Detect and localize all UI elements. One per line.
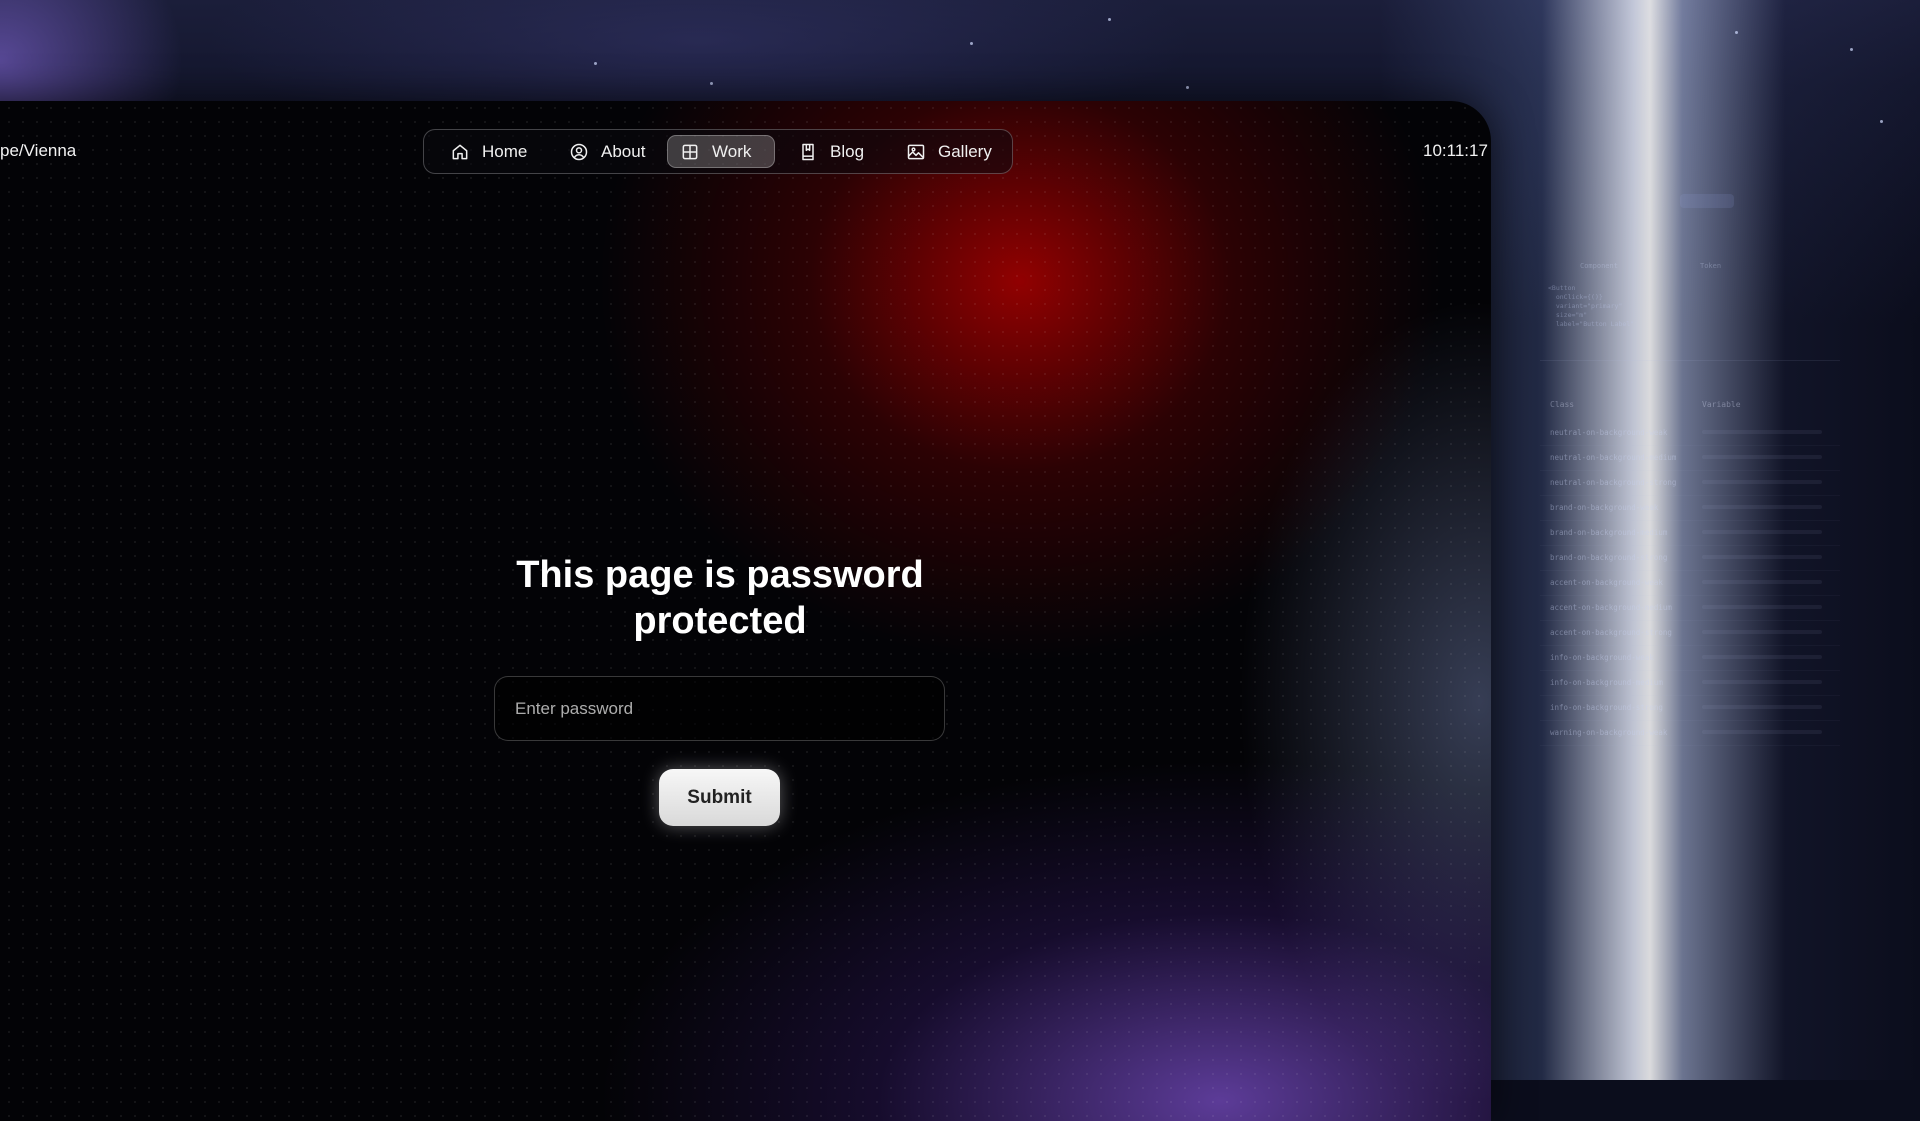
nav-label: Home [482,141,528,161]
panel-row: info-on-background-strong [1540,695,1840,721]
panel-row: info-on-background-weak [1540,645,1840,671]
nav-label: Work [712,141,752,161]
home-icon [452,144,468,159]
star [710,82,713,85]
panel-row: warning-on-background-weak [1540,720,1840,746]
password-input[interactable] [494,676,945,741]
nav-item-work[interactable]: Work [667,135,775,168]
panel-row: neutral-on-background-medium [1540,445,1840,471]
panel-row: neutral-on-background-weak [1540,420,1840,446]
background-token-panel: Component Token <Button onClick={()} var… [1540,180,1840,780]
main-nav: Home About Work Blog Gallery [423,129,1013,174]
page-title: This page is password protected [516,554,924,642]
star [1850,48,1853,51]
panel-divider [1540,360,1840,361]
star [1186,86,1189,89]
nav-label: About [601,141,646,161]
panel-code: <Button onClick={()} variant="primary" s… [1548,284,1635,328]
nav-item-about[interactable]: About [557,135,657,168]
panel-column-class: Class [1550,400,1575,409]
star [594,62,597,65]
user-circle-icon [570,143,588,160]
panel-tab: Component [1580,262,1618,270]
panel-row: neutral-on-background-strong [1540,470,1840,496]
panel-row: brand-on-background-weak [1540,495,1840,521]
nav-label: Gallery [938,141,992,161]
image-icon [907,144,925,159]
nav-label: Blog [830,141,865,161]
panel-row: brand-on-background-medium [1540,520,1840,546]
nav-item-gallery[interactable]: Gallery [894,135,1004,168]
panel-row: brand-on-background-strong [1540,545,1840,571]
panel-row: accent-on-background-strong [1540,620,1840,646]
star [970,42,973,45]
clock: 10:11:17 [1423,141,1488,160]
star [1880,120,1883,123]
panel-row: accent-on-background-weak [1540,570,1840,596]
nav-item-blog[interactable]: Blog [786,135,876,168]
panel-chip [1680,194,1734,208]
panel-row: info-on-background-medium [1540,670,1840,696]
submit-button[interactable]: Submit [659,769,780,826]
star [1735,31,1738,34]
star [1108,18,1111,21]
panel-column-variable: Variable [1702,400,1741,409]
panel-tab: Token [1700,262,1722,270]
grid-icon [682,144,698,159]
book-icon [802,143,814,160]
timezone-label: pe/Vienna [0,141,77,160]
nav-item-home[interactable]: Home [438,135,539,168]
panel-row: accent-on-background-medium [1540,595,1840,621]
